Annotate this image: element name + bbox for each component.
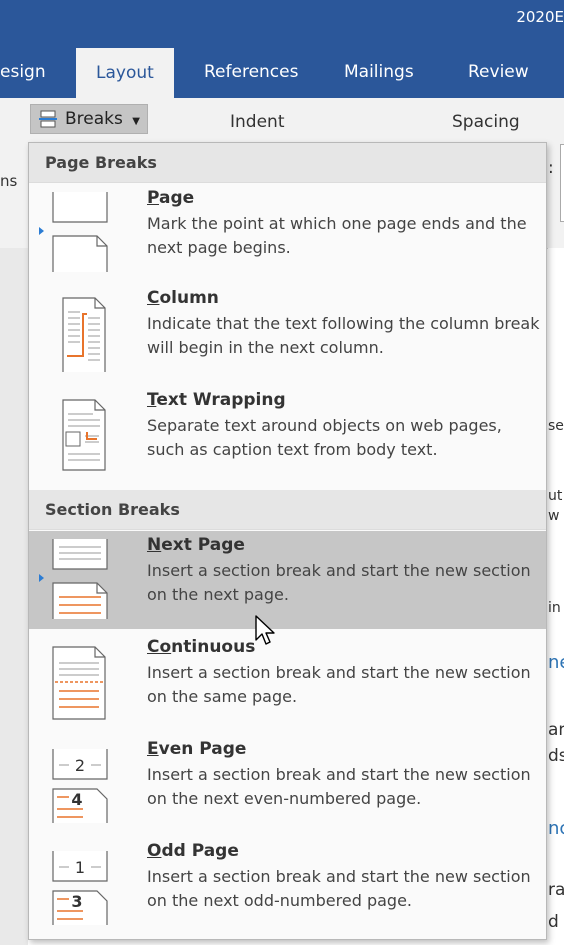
ribbon-fragment-left: ns	[0, 172, 18, 190]
menu-item-title: Page	[147, 188, 195, 208]
column-break-icon	[62, 297, 106, 372]
menu-item-title: Column	[147, 288, 219, 308]
section-breaks-header: Section Breaks	[29, 490, 546, 530]
page-breaks-header: Page Breaks	[29, 143, 546, 183]
menu-item-next-page[interactable]: Next Page Insert a section break and sta…	[29, 531, 546, 629]
breaks-label: Breaks	[65, 109, 123, 129]
menu-item-title: Next Page	[147, 535, 245, 555]
title-bar: 2020E	[0, 0, 564, 40]
menu-item-even-page[interactable]: 2 4 Even Page Insert a section break and…	[29, 735, 546, 833]
breaks-dropdown-menu: Page Breaks Page Mark the point at which…	[28, 142, 547, 940]
doc-fragment: ne	[548, 652, 564, 673]
ribbon-tabs: esign Layout References Mailings Review	[0, 40, 564, 98]
menu-item-description: Insert a section break and start the new…	[147, 765, 531, 808]
tab-design[interactable]: esign	[0, 62, 46, 82]
chevron-down-icon: ▼	[132, 116, 140, 127]
text-wrapping-icon	[62, 399, 106, 471]
doc-fragment: ds	[548, 746, 564, 766]
doc-fragment: nc	[548, 818, 564, 839]
menu-item-description: Indicate that the text following the col…	[147, 314, 540, 357]
doc-fragment: ra	[548, 880, 564, 900]
doc-fragment: d	[548, 912, 559, 932]
doc-fragment: w	[548, 508, 560, 524]
menu-item-page[interactable]: Page Mark the point at which one page en…	[29, 184, 546, 282]
menu-item-description: Insert a section break and start the new…	[147, 663, 531, 706]
document-title: 2020E	[516, 8, 564, 26]
left-margin	[0, 248, 28, 945]
menu-item-odd-page[interactable]: 1 3 Odd Page Insert a section break and …	[29, 837, 546, 935]
svg-text:3: 3	[71, 892, 82, 911]
menu-item-title: Odd Page	[147, 841, 239, 861]
page-break-icon	[52, 192, 108, 272]
doc-fragment: ut	[548, 488, 563, 504]
breaks-button[interactable]: Breaks ▼	[30, 104, 148, 134]
menu-item-description: Insert a section break and start the new…	[147, 867, 531, 910]
document-page: se ut w in ne an ds nc ra d	[548, 248, 564, 945]
menu-item-description: Separate text around objects on web page…	[147, 416, 502, 459]
breaks-icon	[39, 110, 57, 128]
doc-fragment: se	[548, 418, 564, 434]
doc-fragment: in	[548, 600, 561, 616]
menu-item-title: Text Wrapping	[147, 390, 286, 410]
tab-review[interactable]: Review	[468, 62, 529, 82]
mouse-cursor-icon	[255, 615, 275, 645]
menu-item-title: Continuous	[147, 637, 256, 657]
svg-text:2: 2	[75, 756, 85, 775]
svg-text:4: 4	[71, 790, 82, 809]
next-page-icon	[52, 539, 108, 619]
svg-text:1: 1	[75, 858, 85, 877]
menu-item-column[interactable]: Column Indicate that the text following …	[29, 284, 546, 382]
tab-references[interactable]: References	[204, 62, 298, 82]
spacing-label: Spacing	[452, 112, 520, 132]
continuous-icon	[52, 646, 106, 720]
menu-item-description: Insert a section break and start the new…	[147, 561, 531, 604]
tab-mailings[interactable]: Mailings	[344, 62, 414, 82]
even-page-icon: 2 4	[52, 749, 108, 823]
doc-fragment: an	[548, 720, 564, 740]
tab-layout[interactable]: Layout	[76, 48, 174, 98]
ribbon-colon: :	[548, 158, 554, 178]
menu-item-description: Mark the point at which one page ends an…	[147, 214, 527, 257]
menu-item-title: Even Page	[147, 739, 247, 759]
ribbon-field-edge	[560, 144, 564, 222]
indent-label: Indent	[230, 112, 285, 132]
menu-item-text-wrapping[interactable]: Text Wrapping Separate text around objec…	[29, 386, 546, 484]
menu-item-continuous[interactable]: Continuous Insert a section break and st…	[29, 633, 546, 731]
odd-page-icon: 1 3	[52, 851, 108, 925]
